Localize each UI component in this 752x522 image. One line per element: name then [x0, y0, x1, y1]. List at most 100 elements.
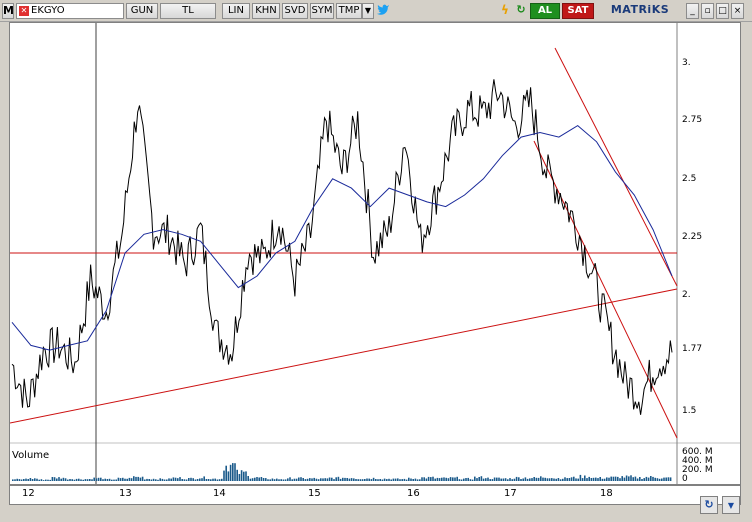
- menu-button[interactable]: M: [2, 3, 14, 19]
- volume-bar: [295, 478, 298, 481]
- volume-bar: [102, 479, 104, 481]
- price-tick-label: 2.75: [682, 115, 703, 125]
- volume-bar: [423, 477, 425, 481]
- volume-bar: [498, 477, 500, 481]
- tmp-button[interactable]: TMP: [336, 3, 362, 19]
- volume-bar: [289, 477, 291, 481]
- horizontal-scrollbar[interactable]: [9, 505, 741, 519]
- sell-button[interactable]: SAT: [562, 3, 594, 19]
- sym-button[interactable]: SYM: [310, 3, 334, 19]
- volume-bar: [361, 479, 364, 481]
- volume-bar: [265, 478, 267, 481]
- time-axis[interactable]: 12 13 14 15 16 17 18: [9, 485, 741, 505]
- volume-bar: [210, 479, 212, 481]
- volume-bar: [320, 478, 322, 481]
- volume-bar: [577, 478, 579, 481]
- chart-panel[interactable]: 3. 2.75 2.5 2.25 2. 1.77 1.5 600. M 400.…: [9, 22, 741, 485]
- volume-bar: [529, 478, 531, 481]
- volume-bar: [500, 478, 502, 481]
- volume-bar: [335, 477, 337, 481]
- close-icon[interactable]: ✕: [19, 6, 29, 16]
- volume-bar: [344, 477, 346, 481]
- channel-upper-line: [554, 47, 678, 287]
- brand-logo: MATRiKS: [610, 3, 670, 16]
- volume-bar: [40, 479, 43, 481]
- volume-bar: [342, 477, 344, 481]
- x-tick-label: 16: [407, 488, 420, 499]
- volume-bar: [445, 477, 447, 481]
- volume-bar: [20, 479, 23, 481]
- currency-button[interactable]: TL: [160, 3, 216, 19]
- volume-bar: [421, 477, 423, 481]
- volume-bar: [280, 479, 282, 481]
- volume-bar: [49, 479, 51, 481]
- volume-bar: [117, 477, 120, 481]
- scale-button[interactable]: LIN: [222, 3, 250, 19]
- dropdown-button[interactable]: ▼: [362, 3, 374, 19]
- volume-bar: [14, 479, 16, 481]
- volume-bar: [240, 470, 243, 481]
- volume-bar: [53, 477, 56, 481]
- volume-bar: [485, 478, 487, 481]
- volume-bar: [465, 478, 467, 481]
- volume-bar: [526, 478, 529, 481]
- volume-bar: [148, 479, 150, 481]
- volume-bar: [544, 477, 546, 481]
- volume-bar: [449, 477, 452, 481]
- close-window-button[interactable]: ×: [731, 3, 744, 19]
- maximize-button[interactable]: □: [716, 3, 729, 19]
- volume-bar: [80, 479, 82, 481]
- volume-bar: [518, 477, 520, 481]
- volume-bar: [507, 479, 509, 481]
- volume-bar: [192, 478, 194, 481]
- price-tick-label: 2.5: [682, 174, 697, 184]
- volume-bar: [553, 478, 555, 481]
- buy-button[interactable]: AL: [530, 3, 560, 19]
- volume-bar: [84, 479, 87, 481]
- volume-bar: [487, 477, 489, 481]
- refresh-button[interactable]: ↻: [514, 3, 528, 19]
- volume-bar: [221, 478, 223, 481]
- volume-bar: [608, 477, 610, 481]
- period-button[interactable]: GUN: [126, 3, 158, 19]
- volume-bar: [25, 478, 27, 481]
- volume-bar: [491, 479, 494, 481]
- volume-bar: [540, 476, 542, 481]
- volume-bar: [623, 477, 626, 481]
- volume-bar: [397, 478, 399, 481]
- volume-bar: [621, 476, 623, 481]
- restore-button[interactable]: ▫: [701, 3, 714, 19]
- minimize-button[interactable]: _: [686, 3, 699, 19]
- volume-bar: [166, 479, 168, 481]
- sync-button[interactable]: ↻: [700, 496, 718, 514]
- chevron-down-icon: ▼: [727, 501, 735, 510]
- volume-bar: [584, 475, 586, 481]
- svd-button[interactable]: SVD: [282, 3, 308, 19]
- symbol-field[interactable]: ✕ EKGYO: [16, 3, 124, 19]
- volume-bar: [606, 477, 608, 481]
- lightning-button[interactable]: ϟ: [498, 3, 512, 19]
- twitter-button[interactable]: [376, 3, 390, 19]
- volume-bar: [386, 479, 388, 481]
- chart-toolbar: M ✕ EKGYO GUN TL LIN KHN SVD SYM TMP ▼ ϟ…: [0, 0, 752, 22]
- volume-bar: [150, 479, 153, 481]
- volume-bar: [405, 479, 408, 481]
- volume-bar: [632, 477, 634, 481]
- price-chart[interactable]: [10, 23, 740, 484]
- volume-bar: [408, 477, 410, 481]
- volume-bar: [414, 478, 417, 481]
- volume-bar: [86, 479, 89, 481]
- volume-bar: [533, 477, 535, 481]
- volume-bar: [258, 477, 260, 481]
- volume-bar: [128, 477, 131, 481]
- volume-bar: [564, 477, 566, 481]
- volume-bar: [496, 477, 498, 481]
- scroll-down-button[interactable]: ▼: [722, 496, 740, 514]
- volume-bar: [313, 477, 315, 481]
- volume-bar: [377, 479, 379, 481]
- khn-button[interactable]: KHN: [252, 3, 280, 19]
- volume-bar: [106, 479, 109, 481]
- volume-bar: [317, 479, 320, 481]
- lightning-icon: ϟ: [501, 3, 509, 17]
- volume-bar: [478, 477, 480, 481]
